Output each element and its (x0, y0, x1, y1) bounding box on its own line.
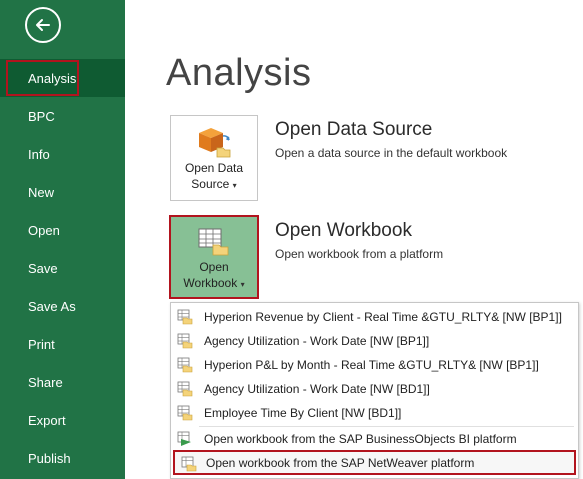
open-workbook-label-line1: Open (199, 260, 229, 274)
recent-workbook-item[interactable]: Hyperion Revenue by Client - Real Time &… (171, 305, 578, 329)
open-data-source-label-line1: Open Data (184, 161, 244, 175)
page-title: Analysis (166, 52, 312, 94)
menu-item-label: Hyperion P&L by Month - Real Time &GTU_R… (204, 358, 539, 372)
nav-item-label: Open (28, 222, 60, 238)
nav-item-label: Print (28, 336, 55, 352)
open-workbook-heading: Open Workbook (275, 220, 412, 241)
open-data-source-description: Open a data source in the default workbo… (275, 146, 508, 160)
nav-item-share[interactable]: Share (0, 363, 125, 401)
nav-item-publish[interactable]: Publish (0, 439, 125, 477)
netweaver-platform-icon (181, 456, 197, 472)
nav-item-label: Publish (28, 450, 71, 466)
nav-item-info[interactable]: Info (0, 135, 125, 173)
back-button[interactable] (25, 7, 61, 43)
open-workbook-label-text: Workbook (183, 276, 238, 290)
menu-item-label: Agency Utilization - Work Date [NW [BP1]… (204, 334, 430, 348)
open-data-source-label-text: Source (191, 177, 230, 191)
nav-item-print[interactable]: Print (0, 325, 125, 363)
open-data-source-heading: Open Data Source (275, 119, 433, 140)
nav-item-save[interactable]: Save (0, 249, 125, 287)
workbook-icon (177, 405, 193, 421)
backstage-sidebar: Analysis BPC Info New Open Save Save As … (0, 0, 125, 479)
recent-workbook-item[interactable]: Hyperion P&L by Month - Real Time &GTU_R… (171, 353, 578, 377)
grid-folder-icon (198, 228, 229, 256)
menu-item-label: Agency Utilization - Work Date [NW [BD1]… (204, 382, 430, 396)
bi-platform-icon (177, 431, 191, 446)
open-from-bi-platform-item[interactable]: Open workbook from the SAP BusinessObjec… (171, 427, 578, 451)
open-workbook-description: Open workbook from a platform (275, 247, 444, 261)
open-data-source-label-line2: Source ▾ (191, 176, 236, 194)
workbook-icon (177, 333, 193, 349)
recent-workbook-item[interactable]: Agency Utilization - Work Date [NW [BD1]… (171, 377, 578, 401)
nav-item-analysis[interactable]: Analysis (0, 59, 125, 97)
workbook-icon (177, 357, 193, 373)
menu-item-label: Hyperion Revenue by Client - Real Time &… (204, 310, 562, 324)
nav-item-label: Save (28, 260, 58, 276)
nav-item-export[interactable]: Export (0, 401, 125, 439)
cube-folder-icon (199, 128, 231, 158)
recent-workbook-item[interactable]: Employee Time By Client [NW [BD1]] (171, 401, 578, 425)
open-workbook-button[interactable]: Open Workbook ▾ (169, 215, 259, 299)
menu-item-label: Open workbook from the SAP NetWeaver pla… (206, 455, 475, 470)
nav-item-save-as[interactable]: Save As (0, 287, 125, 325)
nav-item-new[interactable]: New (0, 173, 125, 211)
chevron-down-icon: ▾ (232, 181, 237, 190)
arrow-left-circle-icon (36, 19, 50, 31)
menu-item-label: Employee Time By Client [NW [BD1]] (204, 406, 402, 420)
nav-item-label: New (28, 184, 55, 200)
menu-item-label: Open workbook from the SAP BusinessObjec… (204, 432, 517, 446)
chevron-down-icon: ▾ (240, 280, 245, 289)
recent-workbook-item[interactable]: Agency Utilization - Work Date [NW [BP1]… (171, 329, 578, 353)
open-workbook-label-line2: Workbook ▾ (183, 275, 244, 293)
nav-item-bpc[interactable]: BPC (0, 97, 125, 135)
nav-item-label: BPC (28, 108, 55, 124)
nav-item-open[interactable]: Open (0, 211, 125, 249)
open-from-netweaver-item[interactable]: Open workbook from the SAP NetWeaver pla… (173, 450, 576, 475)
open-data-source-button[interactable]: Open Data Source ▾ (170, 115, 258, 201)
nav-item-label: Export (28, 412, 66, 428)
workbook-icon (177, 309, 193, 325)
nav-item-label: Share (28, 374, 63, 390)
workbook-icon (177, 381, 193, 397)
nav-item-label: Analysis (28, 70, 77, 86)
open-workbook-menu: Hyperion Revenue by Client - Real Time &… (170, 302, 579, 479)
nav-item-label: Save As (28, 298, 76, 314)
nav-item-label: Info (28, 146, 50, 162)
